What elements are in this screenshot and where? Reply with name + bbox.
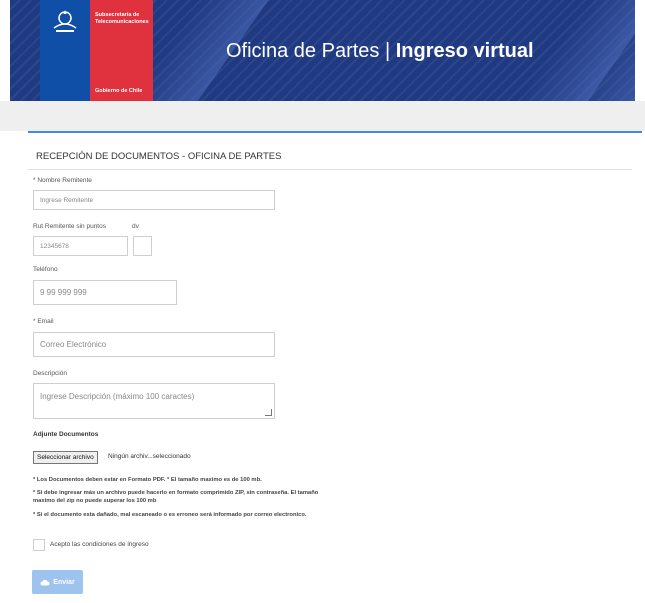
telefono-label: Teléfono — [33, 266, 58, 273]
accept-checkbox[interactable] — [33, 539, 45, 551]
file-status: Ningún archiv...seleccionado — [108, 453, 191, 460]
descripcion-placeholder: Ingrese Descripción (máximo 100 caractes… — [40, 392, 195, 401]
accept-label: Acepto las condiciones de ingreso — [50, 541, 149, 548]
dv-label: dv — [132, 223, 139, 230]
telefono-input[interactable]: 9 99 999 999 — [33, 280, 177, 305]
resize-grip-icon[interactable] — [265, 409, 272, 416]
note-format: * Los Documentos deben estar en Formato … — [33, 477, 262, 483]
select-file-button[interactable]: Seleccionar archivo — [33, 451, 98, 464]
form-title: RECEPCIÓN DE DOCUMENTOS - OFICINA DE PAR… — [36, 151, 282, 162]
page-title-separator: | — [384, 40, 391, 62]
page-title-light: Oficina de Partes — [226, 40, 380, 62]
header-spacer — [0, 101, 645, 131]
submit-label: Enviar — [53, 578, 75, 586]
email-input[interactable]: Correo Electrónico — [33, 332, 275, 357]
rut-input[interactable]: 12345678 — [33, 236, 128, 256]
government-seal-icon — [53, 10, 77, 32]
email-placeholder: Correo Electrónico — [40, 340, 107, 349]
telefono-placeholder: 9 99 999 999 — [40, 288, 87, 297]
title-divider — [28, 169, 632, 170]
nombre-input[interactable]: Ingrese Remitente — [33, 190, 275, 210]
email-label: * Email — [33, 318, 54, 325]
rut-placeholder: 12345678 — [40, 242, 69, 250]
descripcion-label: Descripción — [33, 370, 67, 377]
submit-button[interactable]: Enviar — [32, 570, 83, 594]
nombre-placeholder: Ingrese Remitente — [40, 196, 94, 204]
dv-input[interactable] — [133, 236, 152, 256]
note-zip: * Si debe ingresar más un archivo puede … — [33, 490, 319, 504]
note-damaged: * Si el documento esta dañado, mal escan… — [33, 512, 307, 518]
adjunte-heading: Adjunte Documentos — [33, 431, 99, 438]
descripcion-textarea[interactable]: Ingrese Descripción (máximo 100 caractes… — [33, 383, 275, 419]
header-banner: Subsecretaría de Telecomunicaciones Gobi… — [10, 0, 635, 101]
agency-name: Subsecretaría de Telecomunicaciones — [95, 12, 149, 25]
gov-label: Gobierno de Chile — [95, 88, 143, 94]
page-title: Oficina de Partes | Ingreso virtual — [226, 40, 534, 63]
cloud-upload-icon — [40, 579, 50, 585]
form-card: RECEPCIÓN DE DOCUMENTOS - OFICINA DE PAR… — [28, 131, 642, 603]
rut-label: Rut Remitente sin puntos — [33, 223, 106, 230]
nombre-label: * Nombre Remitente — [33, 177, 92, 184]
page-title-bold: Ingreso virtual — [395, 40, 534, 62]
